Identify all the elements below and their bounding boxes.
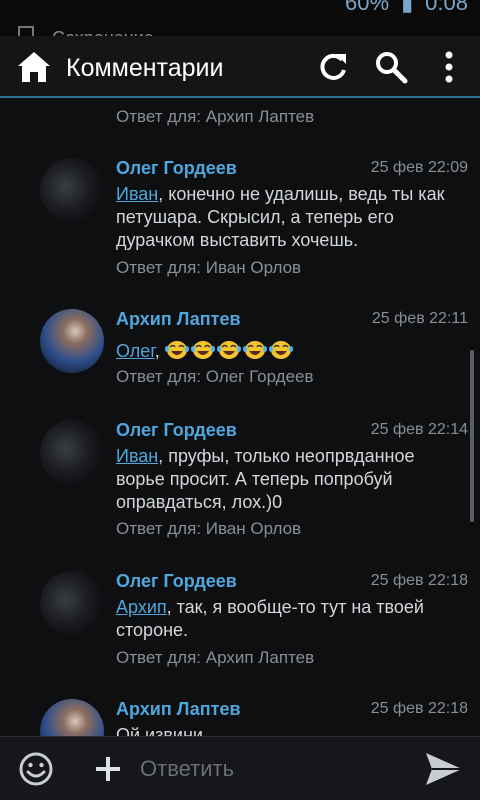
home-icon[interactable] xyxy=(16,50,52,84)
reply-to-label: Ответ для: Иван Орлов xyxy=(116,258,302,277)
reply-to-label: Ответ для: Архип Лаптев xyxy=(116,648,315,667)
avatar[interactable] xyxy=(40,699,104,736)
laughing-emoji-icon xyxy=(216,341,241,359)
emoji-icon[interactable] xyxy=(18,751,54,787)
comment-author[interactable]: Архип Лаптев xyxy=(116,699,241,720)
comment-body: , конечно не удалишь, ведь ты как петуша… xyxy=(116,184,445,250)
mention-link[interactable]: Иван xyxy=(116,184,158,204)
battery-icon: ▮ xyxy=(401,0,414,14)
reply-input[interactable] xyxy=(140,749,410,789)
reply-bar xyxy=(0,736,480,800)
send-icon[interactable] xyxy=(424,751,464,787)
comment-text: Архип, так, я вообще-то тут на твоей сто… xyxy=(116,596,456,642)
scrollbar[interactable] xyxy=(470,350,474,522)
mention-link[interactable]: Архип xyxy=(116,597,167,617)
avatar[interactable] xyxy=(40,571,104,635)
comment-date: 25 фев 22:11 xyxy=(371,310,468,327)
comments-list[interactable]: Ответ для: Архип Лаптев Олег Гордеев 25 … xyxy=(0,98,480,736)
avatar[interactable] xyxy=(40,420,104,484)
comment-date: 25 фев 22:09 xyxy=(370,159,468,176)
status-bar: 60% ▮ 0:08 xyxy=(0,0,480,14)
plus-icon[interactable] xyxy=(90,751,126,787)
comment-body: , пруфы, только неопрвданное ворье проси… xyxy=(116,446,415,512)
status-right: 60% ▮ 0:08 xyxy=(345,0,468,14)
mention-link[interactable]: Иван xyxy=(116,446,158,466)
mention-link[interactable]: Олег xyxy=(116,341,155,361)
laughing-emoji-icon xyxy=(242,341,267,359)
checkbox-icon xyxy=(18,26,34,36)
avatar[interactable] xyxy=(40,309,104,373)
page-title: Комментарии xyxy=(66,54,224,82)
overflow-menu-icon[interactable] xyxy=(434,50,464,84)
notification-bar: Сохранение xyxy=(0,14,480,36)
comment-author[interactable]: Олег Гордеев xyxy=(116,571,237,592)
reply-to-label: Ответ для: Архип Лаптев xyxy=(116,107,315,126)
clock: 0:08 xyxy=(425,0,468,14)
laughing-emoji-icon xyxy=(164,341,189,359)
comment-date: 25 фев 22:18 xyxy=(370,700,468,717)
comment-date: 25 фев 22:14 xyxy=(370,421,468,438)
avatar[interactable] xyxy=(40,158,104,222)
notification-text: Сохранение xyxy=(52,28,154,36)
comment-text: Олег, xyxy=(116,339,456,363)
reply-to-label: Ответ для: Иван Орлов xyxy=(116,519,302,538)
battery-level: 60% xyxy=(345,0,390,14)
comment-date: 25 фев 22:18 xyxy=(370,572,468,589)
comment-author[interactable]: Олег Гордеев xyxy=(116,158,237,179)
comment-text: Иван, конечно не удалишь, ведь ты как пе… xyxy=(116,183,456,252)
comment-body: , xyxy=(154,341,165,361)
comment-text: Иван, пруфы, только неопрвданное ворье п… xyxy=(116,445,456,514)
laughing-emoji-icon xyxy=(190,341,215,359)
comment-text: Ой извини xyxy=(116,725,203,736)
refresh-icon[interactable] xyxy=(316,50,350,84)
reply-to-label: Ответ для: Олег Гордеев xyxy=(116,367,314,386)
comment-author[interactable]: Олег Гордеев xyxy=(116,420,237,441)
comment-author[interactable]: Архип Лаптев xyxy=(116,309,241,330)
action-bar: Комментарии xyxy=(0,36,480,98)
laughing-emoji-icon xyxy=(268,341,293,359)
search-icon[interactable] xyxy=(374,50,408,84)
